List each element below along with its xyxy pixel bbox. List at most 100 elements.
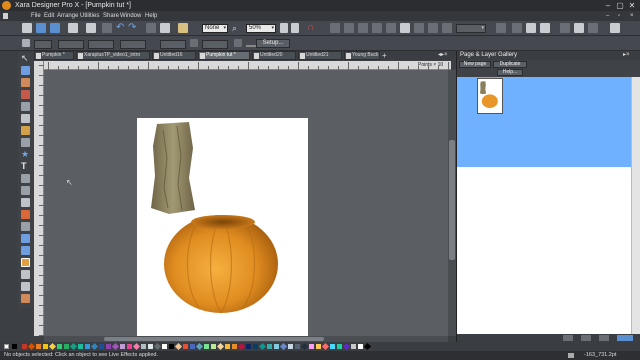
- colour-swatch[interactable]: [351, 344, 356, 349]
- horizontal-scroll-thumb[interactable]: [104, 337, 324, 341]
- new-document-icon[interactable]: [22, 23, 32, 33]
- save-icon[interactable]: [50, 23, 60, 33]
- tab-untitled16[interactable]: Untitled16: [152, 51, 196, 60]
- menu-edit[interactable]: Edit: [44, 11, 54, 21]
- colour-swatch[interactable]: [153, 342, 162, 351]
- tab-xaraplus-intro[interactable]: XaraplusTP_video1_intro: [76, 51, 150, 60]
- font-icon[interactable]: [574, 23, 584, 33]
- y-field[interactable]: [88, 40, 114, 49]
- colour-swatch[interactable]: [111, 342, 120, 351]
- selector-icon[interactable]: ↖: [21, 54, 30, 63]
- freehand-icon[interactable]: [21, 102, 30, 111]
- menu-help[interactable]: Help: [145, 11, 157, 21]
- copy-icon[interactable]: [146, 23, 156, 33]
- info-icon[interactable]: [610, 23, 620, 33]
- doc-close-icon[interactable]: ×: [630, 11, 634, 21]
- colour-swatch[interactable]: [78, 344, 83, 349]
- web-icon[interactable]: [496, 23, 506, 33]
- colour-swatch[interactable]: [246, 344, 251, 349]
- pencil-icon[interactable]: [21, 126, 30, 135]
- colour-swatch[interactable]: [120, 344, 125, 349]
- live-effects-icon[interactable]: [21, 270, 30, 279]
- page-icon[interactable]: [526, 23, 536, 33]
- shape-icon[interactable]: [21, 138, 30, 147]
- colour-swatch[interactable]: [183, 344, 188, 349]
- colour-swatch[interactable]: [90, 342, 99, 351]
- preset-select[interactable]: ▾: [456, 24, 486, 33]
- colour-swatch[interactable]: [204, 344, 209, 349]
- colour-swatch[interactable]: [258, 342, 267, 351]
- redo-icon[interactable]: ↷: [128, 23, 138, 33]
- colour-swatch[interactable]: [106, 344, 111, 349]
- colour-swatch[interactable]: [253, 344, 258, 349]
- brush-icon[interactable]: [21, 114, 30, 123]
- colour-swatch[interactable]: [162, 344, 167, 349]
- colour-swatch[interactable]: [85, 344, 90, 349]
- quality-select[interactable]: None ▾: [202, 24, 228, 33]
- doc-minimize-icon[interactable]: –: [606, 11, 609, 21]
- star-icon[interactable]: ★: [21, 150, 30, 159]
- clipart-icon[interactable]: [178, 23, 188, 33]
- colour-editor-icon[interactable]: [442, 23, 452, 33]
- new-page-button[interactable]: New page: [459, 61, 491, 68]
- colour-swatch[interactable]: [211, 344, 216, 349]
- gallery-close-icon[interactable]: ▸×: [623, 51, 630, 60]
- tab-untitled21[interactable]: Untitled21: [298, 51, 342, 60]
- vertical-scroll-thumb[interactable]: [449, 140, 455, 260]
- zoom-select[interactable]: 50% ▾: [246, 24, 276, 33]
- zoom-icon[interactable]: ⌕: [232, 23, 242, 33]
- layer-icon[interactable]: [386, 23, 396, 33]
- options-icon[interactable]: [588, 23, 598, 33]
- colour-swatch[interactable]: [274, 344, 279, 349]
- colour-swatch[interactable]: [64, 344, 69, 349]
- extrude-icon[interactable]: [21, 282, 30, 291]
- minimize-icon[interactable]: –: [602, 0, 614, 11]
- align-icon[interactable]: [400, 23, 410, 33]
- transparency-icon[interactable]: [21, 222, 30, 231]
- add-tab-icon[interactable]: +: [382, 51, 387, 60]
- zoom-fit-icon[interactable]: [291, 23, 299, 33]
- menu-utilities[interactable]: Utilities: [80, 11, 99, 21]
- colour-swatch[interactable]: [69, 342, 78, 351]
- mould-icon[interactable]: [21, 198, 30, 207]
- colour-swatch[interactable]: [22, 344, 27, 349]
- gallery-footer-button[interactable]: [617, 335, 633, 341]
- colour-swatch[interactable]: [148, 344, 153, 349]
- open-icon[interactable]: [36, 23, 46, 33]
- colour-swatch[interactable]: [216, 342, 225, 351]
- pumpkin-shape[interactable]: [164, 215, 278, 314]
- rotate-select[interactable]: [34, 40, 52, 49]
- colour-swatch[interactable]: [99, 344, 104, 349]
- ungroup-icon[interactable]: [344, 23, 354, 33]
- colour-swatch[interactable]: [300, 342, 309, 351]
- colour-swatch[interactable]: [132, 342, 141, 351]
- width-field[interactable]: [120, 40, 146, 49]
- x-field[interactable]: [58, 40, 84, 49]
- drawing-canvas[interactable]: ↖: [44, 70, 448, 336]
- render-icon[interactable]: [568, 353, 574, 358]
- doc-restore-icon[interactable]: ▫: [618, 11, 620, 21]
- vertical-ruler[interactable]: [34, 61, 44, 336]
- colour-swatch[interactable]: [169, 344, 174, 349]
- horizontal-ruler[interactable]: [44, 61, 451, 70]
- colour-swatch[interactable]: [358, 344, 363, 349]
- colour-swatch[interactable]: [321, 342, 330, 351]
- menu-window[interactable]: Window: [120, 11, 141, 21]
- colour-swatch[interactable]: [48, 342, 57, 351]
- photo-icon[interactable]: [21, 258, 30, 267]
- bark-texture-shape[interactable]: [151, 122, 195, 214]
- lock-aspect-icon[interactable]: [190, 39, 198, 47]
- undo-icon[interactable]: ↶: [116, 23, 126, 33]
- setup-button[interactable]: Setup...: [256, 39, 290, 48]
- shadow-icon[interactable]: [21, 174, 30, 183]
- contour-icon[interactable]: [21, 78, 30, 87]
- colour-swatch[interactable]: [43, 344, 48, 349]
- colour-swatch[interactable]: [295, 344, 300, 349]
- colour-swatch[interactable]: [342, 342, 351, 351]
- text-icon[interactable]: T: [21, 162, 30, 171]
- gallery-footer-button[interactable]: [581, 335, 591, 341]
- transform-icon[interactable]: [428, 23, 438, 33]
- blend-icon[interactable]: [21, 186, 30, 195]
- group-icon[interactable]: [330, 23, 340, 33]
- colour-swatch[interactable]: [195, 342, 204, 351]
